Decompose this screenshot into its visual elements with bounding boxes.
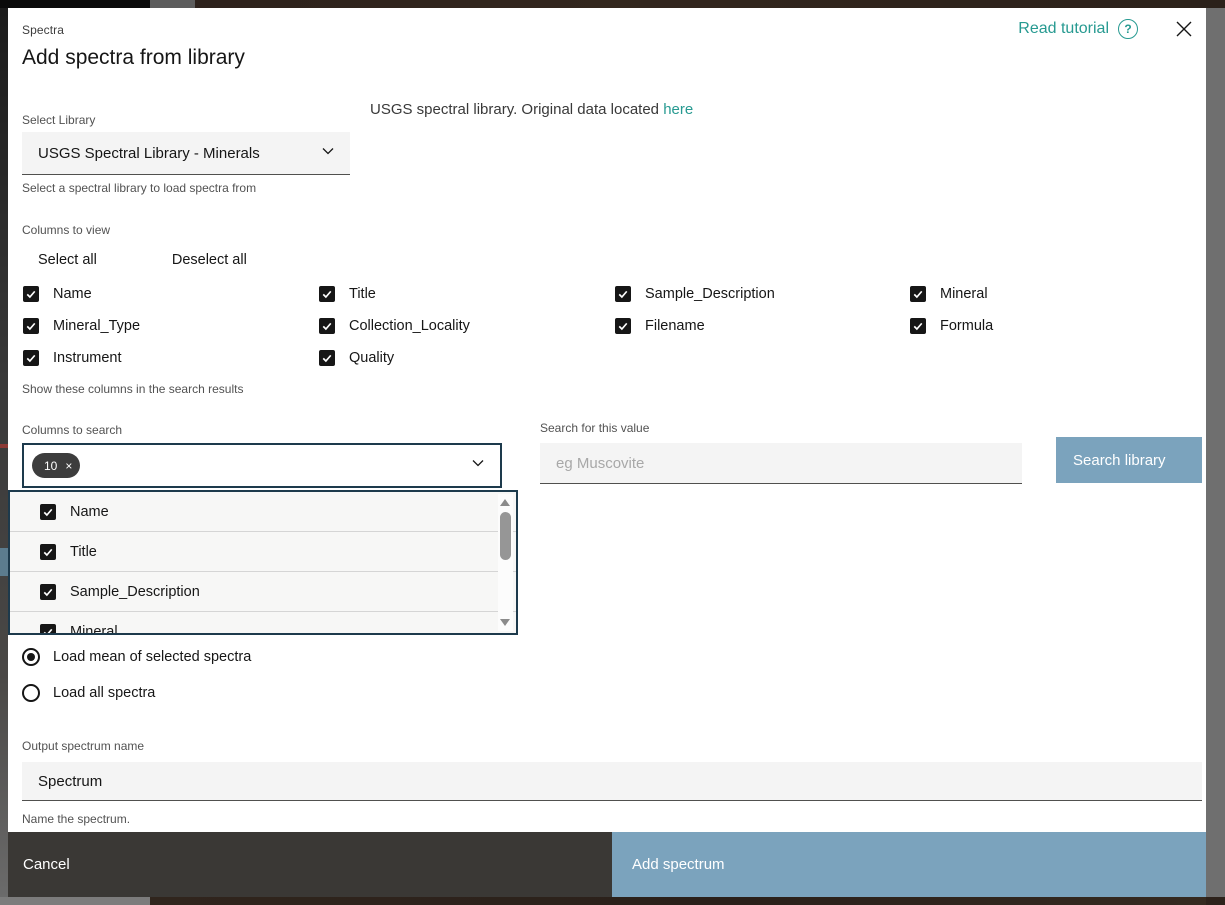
- screen: Spectra Add spectra from library Read tu…: [0, 0, 1225, 905]
- columns-to-search-dropdown: Name Title Sample_Description Mineral: [8, 490, 518, 635]
- search-value-input[interactable]: [540, 443, 1022, 484]
- columns-to-view-label: Columns to view: [22, 223, 110, 237]
- checkbox-checked-icon: [319, 350, 335, 366]
- dropdown-option-label: Mineral: [70, 624, 118, 636]
- scroll-down-icon[interactable]: [500, 619, 510, 626]
- dropdown-option-sample-description[interactable]: Sample_Description: [10, 572, 516, 612]
- dropdown-option-label: Title: [70, 544, 97, 560]
- scroll-up-icon[interactable]: [500, 499, 510, 506]
- checkbox-checked-icon: [40, 504, 56, 520]
- checkbox-label: Formula: [940, 318, 993, 334]
- checkbox-label: Mineral_Type: [53, 318, 140, 334]
- view-checkbox-formula[interactable]: Formula: [910, 318, 1193, 334]
- select-library-label: Select Library: [22, 113, 95, 127]
- chevron-down-icon: [470, 455, 486, 476]
- library-info-static: USGS spectral library. Original data loc…: [370, 101, 663, 118]
- backdrop-top-image: [195, 0, 1225, 8]
- backdrop-fragment-blue: [0, 548, 8, 576]
- radio-label: Load all spectra: [53, 685, 155, 701]
- modal-eyebrow: Spectra: [22, 23, 64, 37]
- scrollbar-thumb[interactable]: [500, 512, 511, 560]
- checkbox-checked-icon: [40, 584, 56, 600]
- view-checkbox-name[interactable]: Name: [23, 286, 319, 302]
- search-value-label: Search for this value: [540, 421, 649, 435]
- add-spectra-modal: Spectra Add spectra from library Read tu…: [8, 8, 1206, 897]
- view-checkbox-sample-description[interactable]: Sample_Description: [615, 286, 910, 302]
- modal-footer: Cancel Add spectrum: [8, 832, 1206, 897]
- view-checkbox-collection-locality[interactable]: Collection_Locality: [319, 318, 615, 334]
- output-name-helper: Name the spectrum.: [22, 812, 130, 826]
- dropdown-option-label: Name: [70, 504, 109, 520]
- backdrop-fragment-red: [0, 444, 8, 448]
- checkbox-label: Title: [349, 286, 376, 302]
- checkbox-label: Quality: [349, 350, 394, 366]
- checkbox-checked-icon: [319, 286, 335, 302]
- library-info-here-link[interactable]: here: [663, 101, 693, 118]
- checkbox-checked-icon: [23, 350, 39, 366]
- view-checkbox-quality[interactable]: Quality: [319, 350, 615, 366]
- library-select-value: USGS Spectral Library - Minerals: [38, 145, 260, 162]
- checkbox-checked-icon: [23, 318, 39, 334]
- cancel-button[interactable]: Cancel: [8, 832, 612, 897]
- backdrop-bottom-gray: [0, 897, 150, 905]
- checkbox-label: Filename: [645, 318, 705, 334]
- columns-to-view-grid: Name Title Sample_Description Mineral Mi…: [23, 286, 1193, 366]
- library-info-text: USGS spectral library. Original data loc…: [370, 101, 693, 118]
- checkbox-checked-icon: [910, 286, 926, 302]
- selected-count-value: 10: [44, 459, 57, 473]
- search-library-button[interactable]: Search library: [1056, 437, 1202, 483]
- select-actions-row: Select all Deselect all: [38, 252, 247, 268]
- chevron-down-icon: [320, 143, 336, 164]
- backdrop-left: [0, 8, 8, 897]
- columns-to-view-helper: Show these columns in the search results: [22, 382, 243, 396]
- dropdown-option-label: Sample_Description: [70, 584, 200, 600]
- output-name-input[interactable]: [22, 762, 1202, 801]
- view-checkbox-mineral-type[interactable]: Mineral_Type: [23, 318, 319, 334]
- close-icon[interactable]: [1175, 20, 1193, 38]
- add-spectrum-button[interactable]: Add spectrum: [612, 832, 1206, 897]
- read-tutorial-label: Read tutorial: [1018, 20, 1109, 38]
- help-icon: ?: [1118, 19, 1138, 39]
- view-checkbox-instrument[interactable]: Instrument: [23, 350, 319, 366]
- checkbox-label: Instrument: [53, 350, 122, 366]
- backdrop-right: [1206, 8, 1225, 897]
- checkbox-checked-icon: [319, 318, 335, 334]
- checkbox-label: Collection_Locality: [349, 318, 470, 334]
- selected-count-tag[interactable]: 10 ×: [32, 453, 80, 478]
- select-all-button[interactable]: Select all: [38, 252, 97, 268]
- checkbox-checked-icon: [40, 544, 56, 560]
- read-tutorial-link[interactable]: Read tutorial ?: [1018, 19, 1138, 39]
- checkbox-label: Name: [53, 286, 92, 302]
- checkbox-checked-icon: [40, 624, 56, 636]
- checkbox-label: Sample_Description: [645, 286, 775, 302]
- library-select[interactable]: USGS Spectral Library - Minerals: [22, 132, 350, 175]
- radio-selected-icon: [22, 648, 40, 666]
- view-checkbox-mineral[interactable]: Mineral: [910, 286, 1193, 302]
- radio-label: Load mean of selected spectra: [53, 649, 251, 665]
- view-checkbox-filename[interactable]: Filename: [615, 318, 910, 334]
- deselect-all-button[interactable]: Deselect all: [172, 252, 247, 268]
- radio-unselected-icon: [22, 684, 40, 702]
- backdrop-top-left: [0, 0, 150, 8]
- dropdown-option-name[interactable]: Name: [10, 492, 516, 532]
- checkbox-checked-icon: [910, 318, 926, 334]
- checkbox-checked-icon: [615, 318, 631, 334]
- output-name-label: Output spectrum name: [22, 739, 144, 753]
- radio-load-all[interactable]: Load all spectra: [22, 684, 155, 702]
- backdrop-bottom-image: [150, 897, 1206, 905]
- modal-title: Add spectra from library: [22, 46, 245, 70]
- dropdown-option-mineral[interactable]: Mineral: [10, 612, 516, 635]
- dropdown-option-title[interactable]: Title: [10, 532, 516, 572]
- select-library-helper: Select a spectral library to load spectr…: [22, 181, 256, 195]
- columns-to-search-multiselect[interactable]: 10 ×: [22, 443, 502, 488]
- radio-load-mean[interactable]: Load mean of selected spectra: [22, 648, 251, 666]
- checkbox-checked-icon: [615, 286, 631, 302]
- clear-selection-icon[interactable]: ×: [65, 459, 72, 472]
- columns-to-search-label: Columns to search: [22, 423, 122, 437]
- view-checkbox-title[interactable]: Title: [319, 286, 615, 302]
- dropdown-scrollbar[interactable]: [498, 494, 513, 631]
- checkbox-checked-icon: [23, 286, 39, 302]
- backdrop-top-gray: [150, 0, 195, 8]
- checkbox-label: Mineral: [940, 286, 988, 302]
